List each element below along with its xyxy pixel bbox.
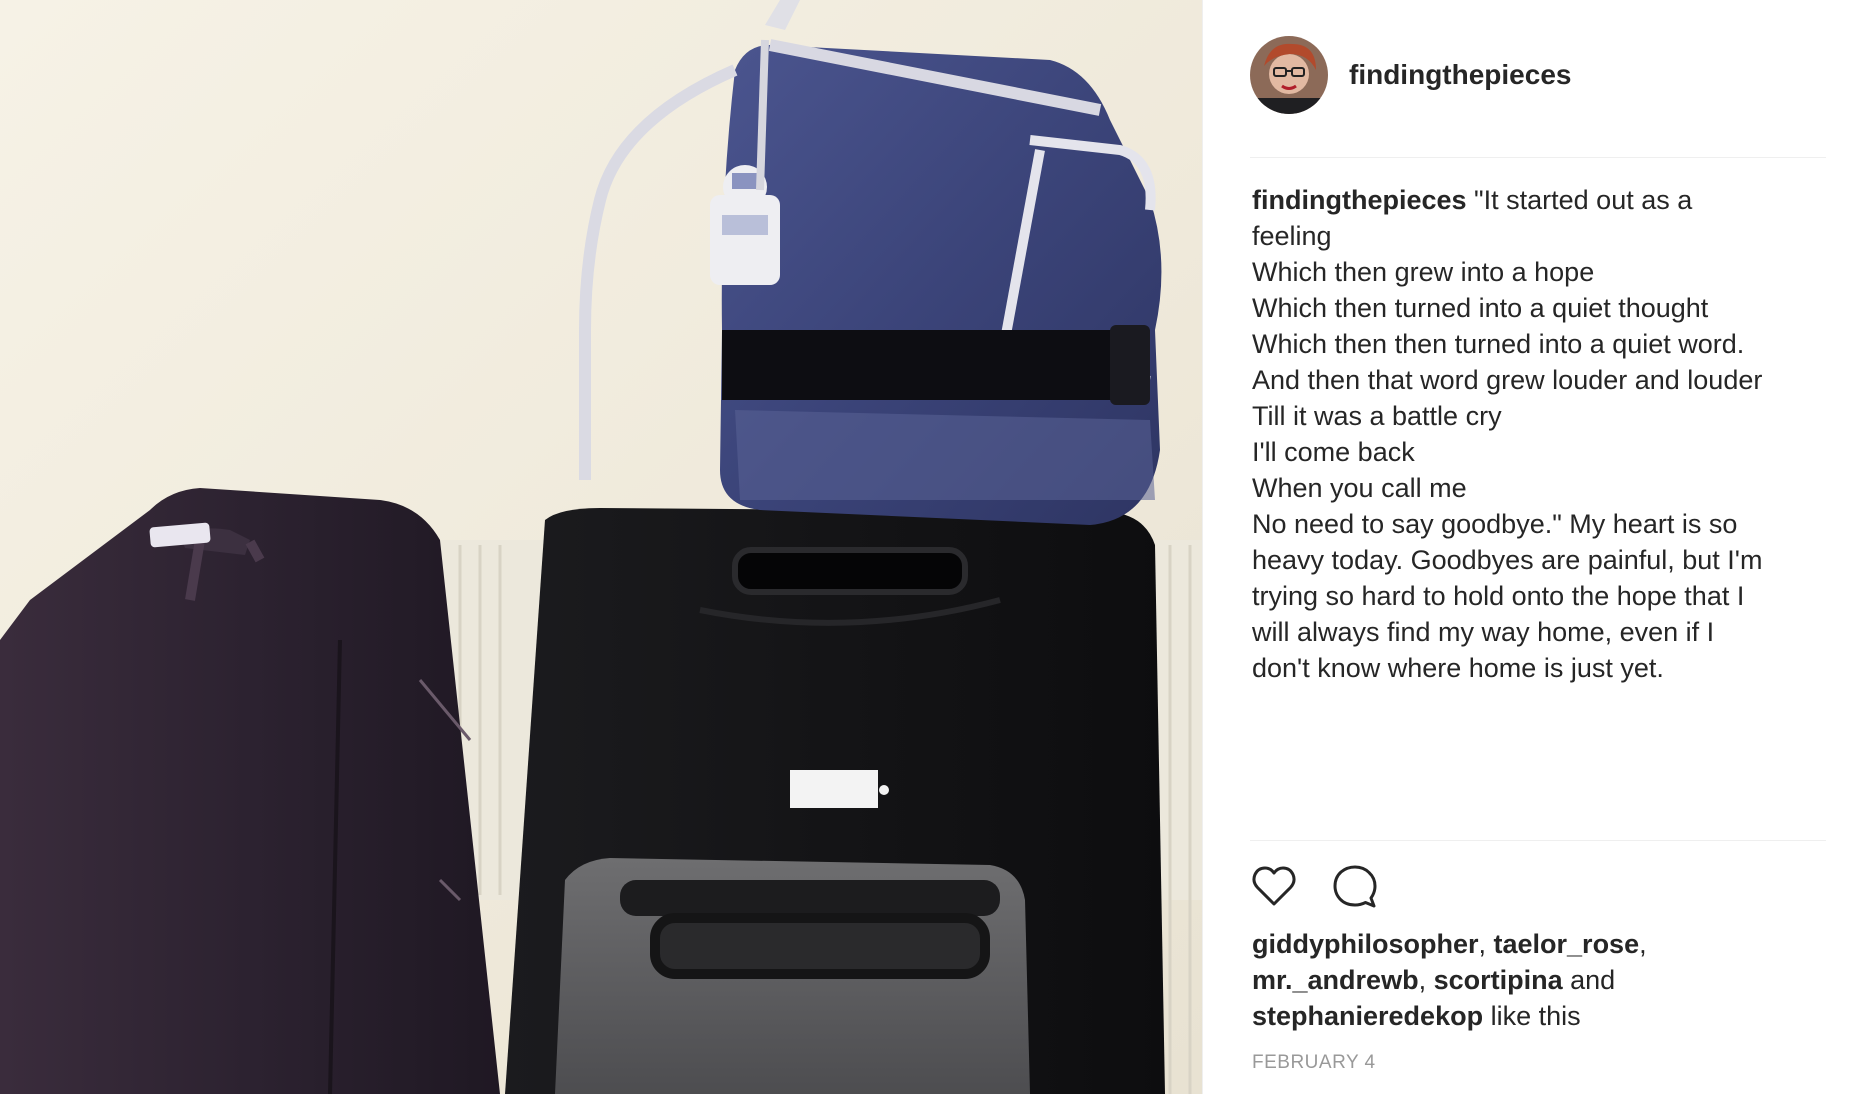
avatar-image: [1250, 35, 1328, 114]
likes-separator: ,: [1418, 965, 1434, 995]
post-date[interactable]: FEBRUARY 4: [1252, 1052, 1376, 1074]
caption-line: heavy today. Goodbyes are painful, but I…: [1252, 545, 1763, 575]
avatar[interactable]: [1250, 35, 1328, 114]
likes-separator: ,: [1478, 929, 1494, 959]
caption-line: Which then turned into a quiet thought: [1252, 293, 1709, 323]
post-username[interactable]: findingthepieces: [1349, 59, 1571, 91]
caption-line: Which then then turned into a quiet word…: [1252, 329, 1745, 359]
caption-line: No need to say goodbye." My heart is so: [1252, 509, 1738, 539]
caption-line: Which then grew into a hope: [1252, 257, 1595, 287]
caption-line: "It started out as a: [1474, 185, 1693, 215]
instagram-post: findingthepieces findingthepieces "It st…: [0, 0, 1872, 1094]
likes-separator: ,: [1639, 929, 1647, 959]
caption-line: trying so hard to hold onto the hope tha…: [1252, 581, 1745, 611]
caption-line: Till it was a battle cry: [1252, 401, 1502, 431]
caption-line: don't know where home is just yet.: [1252, 653, 1664, 683]
actions-divider: [1250, 840, 1826, 841]
caption-line: And then that word grew louder and loude…: [1252, 365, 1763, 395]
liker-username[interactable]: giddyphilosopher: [1252, 929, 1479, 959]
post-actions: [1250, 862, 1379, 910]
likes-and: and: [1562, 965, 1616, 995]
luggage-photo: [0, 0, 1202, 1094]
likes-summary: giddyphilosopher, taelor_rose, mr._andre…: [1252, 926, 1812, 1034]
comment-icon: [1333, 865, 1377, 908]
liker-username[interactable]: mr._andrewb: [1252, 965, 1419, 995]
liker-username[interactable]: stephanieredekop: [1252, 1001, 1483, 1031]
post-header: findingthepieces: [1250, 35, 1826, 158]
like-button[interactable]: [1250, 862, 1298, 910]
caption-line: will always find my way home, even if I: [1252, 617, 1715, 647]
post-caption: findingthepieces "It started out as a fe…: [1252, 182, 1828, 686]
caption-line: feeling: [1252, 221, 1332, 251]
post-side-panel: findingthepieces findingthepieces "It st…: [1202, 0, 1872, 1094]
likes-suffix: like this: [1483, 1001, 1581, 1031]
liker-username[interactable]: taelor_rose: [1494, 929, 1640, 959]
caption-line: I'll come back: [1252, 437, 1415, 467]
caption-username[interactable]: findingthepieces: [1252, 185, 1467, 215]
caption-line: When you call me: [1252, 473, 1467, 503]
comment-button[interactable]: [1331, 862, 1379, 910]
heart-icon: [1252, 866, 1296, 906]
post-photo[interactable]: [0, 0, 1202, 1094]
liker-username[interactable]: scortipina: [1434, 965, 1563, 995]
